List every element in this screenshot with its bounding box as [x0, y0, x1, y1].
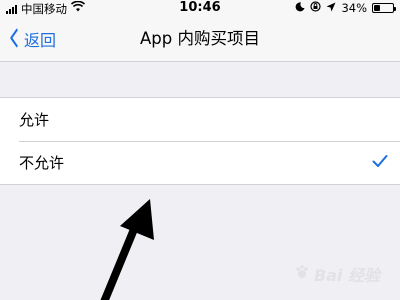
status-right: 34%: [295, 1, 396, 15]
option-allow[interactable]: 允许: [0, 98, 400, 141]
status-bar: 中国移动 10:46 34%: [0, 0, 400, 18]
battery-icon: [372, 3, 396, 13]
option-label: 不允许: [19, 154, 65, 172]
location-icon: [326, 1, 336, 15]
option-list: 允许 不允许: [0, 97, 400, 185]
watermark: Bai 经验: [294, 262, 380, 286]
option-disallow[interactable]: 不允许: [0, 141, 400, 184]
battery-percent: 34%: [341, 1, 367, 15]
navigation-bar: 返回 App 内购买项目: [0, 18, 400, 62]
rotation-lock-icon: [310, 1, 322, 15]
moon-icon: [295, 1, 305, 15]
page-title: App 内购买项目: [140, 29, 260, 48]
battery-cap: [394, 6, 396, 11]
watermark-text: Bai 经验: [313, 266, 380, 285]
option-label: 允许: [19, 111, 50, 129]
paw-icon: [294, 264, 310, 284]
battery-fill: [374, 5, 380, 11]
checkmark-icon: [372, 153, 388, 172]
